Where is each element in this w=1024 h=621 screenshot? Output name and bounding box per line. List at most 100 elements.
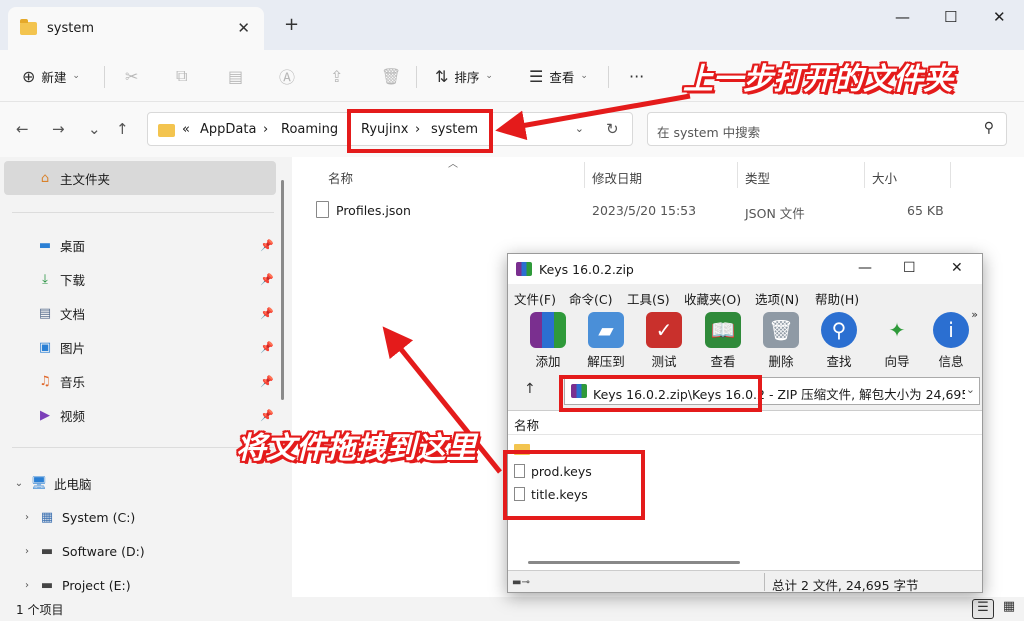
sidebar-label: 此电脑	[54, 476, 92, 492]
sidebar-item-downloads[interactable]: ⤓ 下载 📌	[0, 262, 274, 296]
more-options-button[interactable]: ···	[629, 64, 644, 88]
toolbar-overflow-icon[interactable]: »	[971, 308, 978, 321]
winrar-close-button[interactable]: ✕	[951, 260, 963, 276]
ellipsis-icon: ···	[629, 66, 645, 86]
navigation-pane: ⌂ 主文件夹 ▬ 桌面 📌 ⤓ 下载 📌 ▤ 文档 📌 ▣ 图片 📌 ♫ 音乐 …	[0, 157, 290, 597]
winrar-icon	[516, 262, 532, 276]
delete-button[interactable]: 🗑	[381, 64, 401, 88]
pin-icon[interactable]: 📌	[260, 239, 274, 252]
sidebar-item-drive-d[interactable]: › ▬ Software (D:)	[0, 534, 272, 568]
details-view-button[interactable]: ☰	[972, 599, 994, 619]
sidebar-scrollbar[interactable]	[281, 180, 284, 400]
test-button[interactable]: ✓ 测试	[638, 312, 690, 370]
refresh-button[interactable]: ↻	[606, 120, 619, 138]
menu-tools[interactable]: 工具(S)	[627, 289, 670, 308]
tab-system[interactable]: system ✕	[8, 7, 264, 50]
pin-icon[interactable]: 📌	[260, 375, 274, 388]
rename-button[interactable]: Ⓐ	[279, 64, 295, 88]
winrar-maximize-button[interactable]: ☐	[903, 260, 916, 276]
extract-to-button[interactable]: ▰ 解压到	[580, 312, 632, 370]
plus-circle-icon: ⊕	[22, 66, 36, 86]
chevron-down-icon: ⌄	[580, 71, 588, 81]
breadcrumb-appdata[interactable]: AppData	[200, 122, 256, 137]
drive-icon: ▬	[40, 543, 54, 559]
sort-button[interactable]: ⇅ 排序 ⌄	[435, 64, 493, 88]
share-button[interactable]: ⇪	[330, 64, 343, 88]
wizard-button[interactable]: ✦ 向导	[871, 312, 923, 370]
sidebar-item-drive-c[interactable]: › ▦ System (C:)	[0, 500, 272, 534]
cut-button[interactable]: ✂	[125, 64, 138, 88]
menu-help[interactable]: 帮助(H)	[815, 289, 859, 308]
menu-options[interactable]: 选项(N)	[755, 289, 799, 308]
folder-icon	[20, 19, 37, 35]
winrar-status-bar: ▬⊸ 总计 2 文件, 24,695 字节	[508, 570, 982, 593]
add-button[interactable]: 添加	[522, 312, 574, 370]
item-count: 1 个项目	[16, 603, 64, 617]
new-button[interactable]: ⊕ 新建 ⌄	[22, 64, 80, 88]
chevron-down-icon[interactable]: ⌄	[966, 383, 975, 396]
document-icon: ▤	[38, 305, 52, 321]
search-input[interactable]: 在 system 中搜索 ⚲	[647, 112, 1007, 146]
chevron-right-icon[interactable]: ›	[16, 580, 38, 591]
column-header-date[interactable]: 修改日期	[592, 168, 642, 187]
column-divider[interactable]	[950, 162, 951, 188]
menu-file[interactable]: 文件(F)	[514, 289, 556, 308]
chevron-down-icon[interactable]: ⌄	[575, 122, 584, 135]
tool-label: 向导	[884, 354, 910, 369]
file-name[interactable]: Profiles.json	[336, 203, 411, 218]
horizontal-scrollbar[interactable]	[528, 561, 740, 564]
sidebar-item-home[interactable]: ⌂ 主文件夹	[4, 161, 276, 195]
toolbar-divider	[104, 66, 105, 88]
breadcrumb-roaming[interactable]: Roaming	[281, 122, 338, 137]
sort-ascending-icon: ︿	[448, 159, 458, 170]
sidebar-item-this-pc[interactable]: ⌄ 🖥 此电脑	[0, 466, 272, 500]
column-divider[interactable]	[737, 162, 738, 188]
pin-icon[interactable]: 📌	[260, 273, 274, 286]
column-header-size[interactable]: 大小	[872, 168, 897, 187]
back-button[interactable]: ←	[16, 120, 29, 138]
column-divider[interactable]	[584, 162, 585, 188]
new-tab-button[interactable]: +	[284, 14, 299, 35]
winrar-title-bar[interactable]: Keys 16.0.2.zip — ☐ ✕	[508, 254, 982, 284]
folder-icon	[158, 124, 175, 137]
info-button[interactable]: i 信息	[929, 312, 973, 370]
maximize-button[interactable]: ☐	[944, 8, 957, 26]
pin-icon[interactable]: 📌	[260, 409, 274, 422]
sidebar-item-videos[interactable]: ▶ 视频 📌	[0, 398, 274, 432]
up-one-level-button[interactable]: ↑	[524, 381, 536, 397]
find-button[interactable]: ⚲ 查找	[813, 312, 865, 370]
view-button[interactable]: ☰ 查看 ⌄	[529, 64, 588, 88]
column-header-name[interactable]: 名称	[328, 168, 353, 187]
archive-column-name[interactable]: 名称	[514, 415, 539, 434]
column-divider[interactable]	[864, 162, 865, 188]
chevron-right-icon[interactable]: ›	[16, 512, 38, 523]
tab-close-icon[interactable]: ✕	[237, 19, 250, 37]
copy-button[interactable]: ⧉	[176, 64, 187, 88]
file-type: JSON 文件	[745, 206, 805, 221]
tiles-view-button[interactable]: ▦	[998, 599, 1020, 619]
recent-locations-button[interactable]: ⌄	[88, 120, 101, 138]
chevron-down-icon[interactable]: ⌄	[8, 478, 30, 489]
menu-favorites[interactable]: 收藏夹(O)	[684, 289, 741, 308]
breadcrumb-overflow[interactable]: «	[182, 122, 190, 137]
winrar-minimize-button[interactable]: —	[858, 260, 872, 276]
breadcrumb-separator[interactable]: ›	[263, 122, 268, 137]
delete-file-button[interactable]: 🗑 删除	[755, 312, 807, 370]
chevron-right-icon[interactable]: ›	[16, 546, 38, 557]
paste-button[interactable]: ▤	[228, 64, 243, 88]
magnifier-icon: ⚲	[821, 312, 857, 348]
archive-column-header[interactable]: 名称	[508, 411, 982, 435]
sidebar-item-music[interactable]: ♫ 音乐 📌	[0, 364, 274, 398]
minimize-button[interactable]: —	[895, 8, 910, 26]
pin-icon[interactable]: 📌	[260, 341, 274, 354]
forward-button[interactable]: →	[52, 120, 65, 138]
column-header-type[interactable]: 类型	[745, 168, 770, 187]
menu-commands[interactable]: 命令(C)	[569, 289, 612, 308]
up-button[interactable]: ↑	[116, 120, 129, 138]
sidebar-item-desktop[interactable]: ▬ 桌面 📌	[0, 228, 274, 262]
view-file-button[interactable]: 📖 查看	[697, 312, 749, 370]
close-button[interactable]: ✕	[993, 8, 1006, 26]
pin-icon[interactable]: 📌	[260, 307, 274, 320]
sidebar-item-documents[interactable]: ▤ 文档 📌	[0, 296, 274, 330]
sidebar-item-pictures[interactable]: ▣ 图片 📌	[0, 330, 274, 364]
